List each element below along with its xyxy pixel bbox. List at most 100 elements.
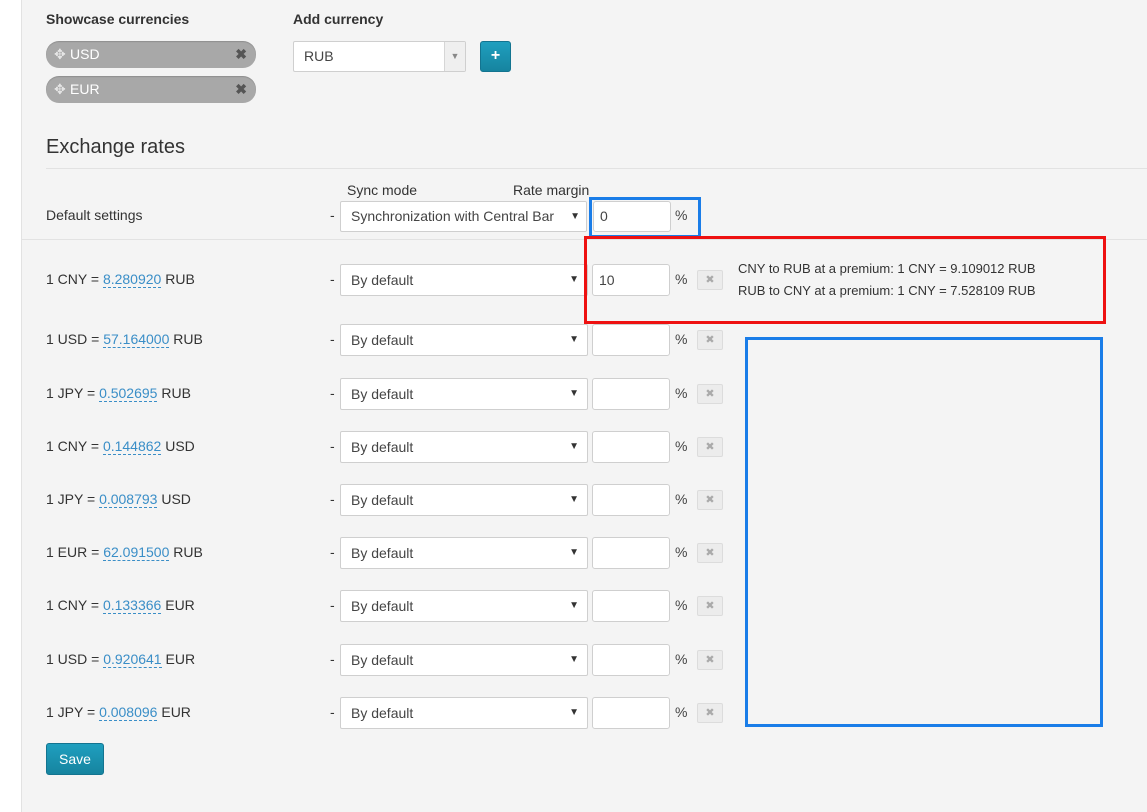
highlight-premium-rates — [584, 236, 1106, 324]
remove-margin-button[interactable]: ✖ — [697, 650, 723, 670]
caret-down-icon: ▼ — [444, 42, 465, 71]
remove-margin-button[interactable]: ✖ — [697, 543, 723, 563]
rate-from: 1 CNY = — [46, 438, 100, 454]
caret-down-icon: ▼ — [569, 707, 579, 718]
add-currency-title: Add currency — [293, 11, 384, 27]
sync-mode-select[interactable]: By default ▼ — [340, 644, 588, 676]
rate-margin-input[interactable] — [592, 697, 670, 729]
currency-chip-usd[interactable]: ✥ USD ✖ — [46, 41, 256, 68]
showcase-currencies-title: Showcase currencies — [46, 11, 190, 27]
remove-margin-button[interactable]: ✖ — [697, 384, 723, 404]
rate-margin-input[interactable] — [592, 537, 670, 569]
percent-label: % — [675, 651, 688, 667]
sync-mode-select[interactable]: By default ▼ — [340, 537, 588, 569]
caret-down-icon: ▼ — [569, 547, 579, 558]
close-icon[interactable]: ✖ — [235, 76, 247, 103]
rate-margin-input[interactable] — [592, 324, 670, 356]
rate-value-link[interactable]: 57.164000 — [103, 331, 170, 348]
move-icon[interactable]: ✥ — [54, 76, 70, 103]
sync-mode-value: By default — [351, 652, 414, 668]
rate-margin-input[interactable] — [592, 590, 670, 622]
sync-mode-select[interactable]: By default ▼ — [340, 378, 588, 410]
close-icon: ✖ — [705, 600, 715, 612]
percent-label: % — [675, 544, 688, 560]
add-currency-button[interactable]: + — [480, 41, 511, 72]
remove-margin-button[interactable]: ✖ — [697, 596, 723, 616]
caret-down-icon: ▼ — [569, 334, 579, 345]
highlight-empty-area — [745, 337, 1103, 727]
rate-value-link[interactable]: 62.091500 — [103, 544, 170, 561]
caret-down-icon: ▼ — [569, 654, 579, 665]
left-panel-edge — [0, 0, 22, 812]
sync-mode-value: By default — [351, 598, 414, 614]
remove-margin-button[interactable]: ✖ — [697, 437, 723, 457]
rate-value-link[interactable]: 8.280920 — [102, 271, 162, 288]
rate-to: RUB — [173, 544, 203, 560]
remove-margin-button[interactable]: ✖ — [697, 703, 723, 723]
rate-value-link[interactable]: 0.133366 — [102, 597, 162, 614]
rate-value-link[interactable]: 0.502695 — [99, 385, 158, 402]
percent-label: % — [675, 704, 688, 720]
rate-row-label: 1 USD = 57.164000 RUB — [46, 331, 203, 348]
rate-margin-input[interactable] — [592, 484, 670, 516]
close-icon: ✖ — [705, 441, 715, 453]
rate-margin-header: Rate margin — [513, 182, 590, 198]
close-icon: ✖ — [705, 494, 715, 506]
sync-mode-header: Sync mode — [347, 182, 418, 198]
rate-to: RUB — [173, 331, 203, 347]
sync-mode-select[interactable]: By default ▼ — [340, 324, 588, 356]
row-dash: - — [330, 704, 335, 720]
premium-line-1: CNY to RUB at a premium: 1 CNY = 9.10901… — [738, 261, 1036, 276]
caret-down-icon: ▼ — [569, 274, 579, 285]
row-dash: - — [330, 331, 335, 347]
add-currency-value: RUB — [304, 48, 334, 64]
chip-label: EUR — [70, 81, 100, 97]
sync-mode-value: By default — [351, 545, 414, 561]
rate-from: 1 JPY = — [46, 385, 96, 401]
rate-row-label: 1 CNY = 0.133366 EUR — [46, 597, 195, 614]
rate-margin-input[interactable] — [592, 378, 670, 410]
percent-label: % — [675, 438, 688, 454]
rate-value-link[interactable]: 0.008793 — [99, 491, 158, 508]
sync-mode-value: By default — [351, 272, 414, 288]
rate-row-label: 1 CNY = 0.144862 USD — [46, 438, 195, 455]
rate-to: EUR — [165, 651, 196, 667]
rate-value-link[interactable]: 0.008096 — [99, 704, 158, 721]
sync-mode-value: By default — [351, 332, 414, 348]
row-dash: - — [330, 207, 335, 223]
remove-margin-button[interactable]: ✖ — [697, 330, 723, 350]
close-icon: ✖ — [705, 334, 715, 346]
sync-mode-select[interactable]: By default ▼ — [340, 264, 588, 296]
percent-label: % — [675, 597, 688, 613]
rate-margin-input[interactable] — [592, 431, 670, 463]
rate-to: EUR — [161, 704, 191, 720]
currency-chip-eur[interactable]: ✥ EUR ✖ — [46, 76, 256, 103]
move-icon[interactable]: ✥ — [54, 41, 70, 68]
default-sync-mode-select[interactable]: Synchronization with Central Bar ▼ — [340, 201, 587, 232]
rate-margin-input[interactable] — [592, 644, 670, 676]
save-button[interactable]: Save — [46, 743, 104, 775]
sync-mode-select[interactable]: By default ▼ — [340, 697, 588, 729]
row-dash: - — [330, 271, 335, 287]
sync-mode-select[interactable]: By default ▼ — [340, 431, 588, 463]
remove-margin-button[interactable]: ✖ — [697, 490, 723, 510]
sync-mode-select[interactable]: By default ▼ — [340, 484, 588, 516]
percent-label: % — [675, 331, 688, 347]
rate-from: 1 CNY = — [46, 271, 100, 287]
rate-from: 1 JPY = — [46, 704, 96, 720]
rate-from: 1 JPY = — [46, 491, 96, 507]
rate-from: 1 EUR = — [46, 544, 100, 560]
close-icon: ✖ — [705, 388, 715, 400]
row-dash: - — [330, 438, 335, 454]
rate-from: 1 CNY = — [46, 597, 100, 613]
close-icon[interactable]: ✖ — [235, 41, 247, 68]
rate-from: 1 USD = — [46, 651, 100, 667]
exchange-rates-title: Exchange rates — [46, 136, 185, 158]
add-currency-select[interactable]: RUB ▼ — [293, 41, 466, 72]
row-dash: - — [330, 544, 335, 560]
caret-down-icon: ▼ — [569, 388, 579, 399]
sync-mode-select[interactable]: By default ▼ — [340, 590, 588, 622]
rate-value-link[interactable]: 0.920641 — [103, 651, 162, 668]
rate-to: USD — [161, 491, 191, 507]
rate-value-link[interactable]: 0.144862 — [102, 438, 162, 455]
